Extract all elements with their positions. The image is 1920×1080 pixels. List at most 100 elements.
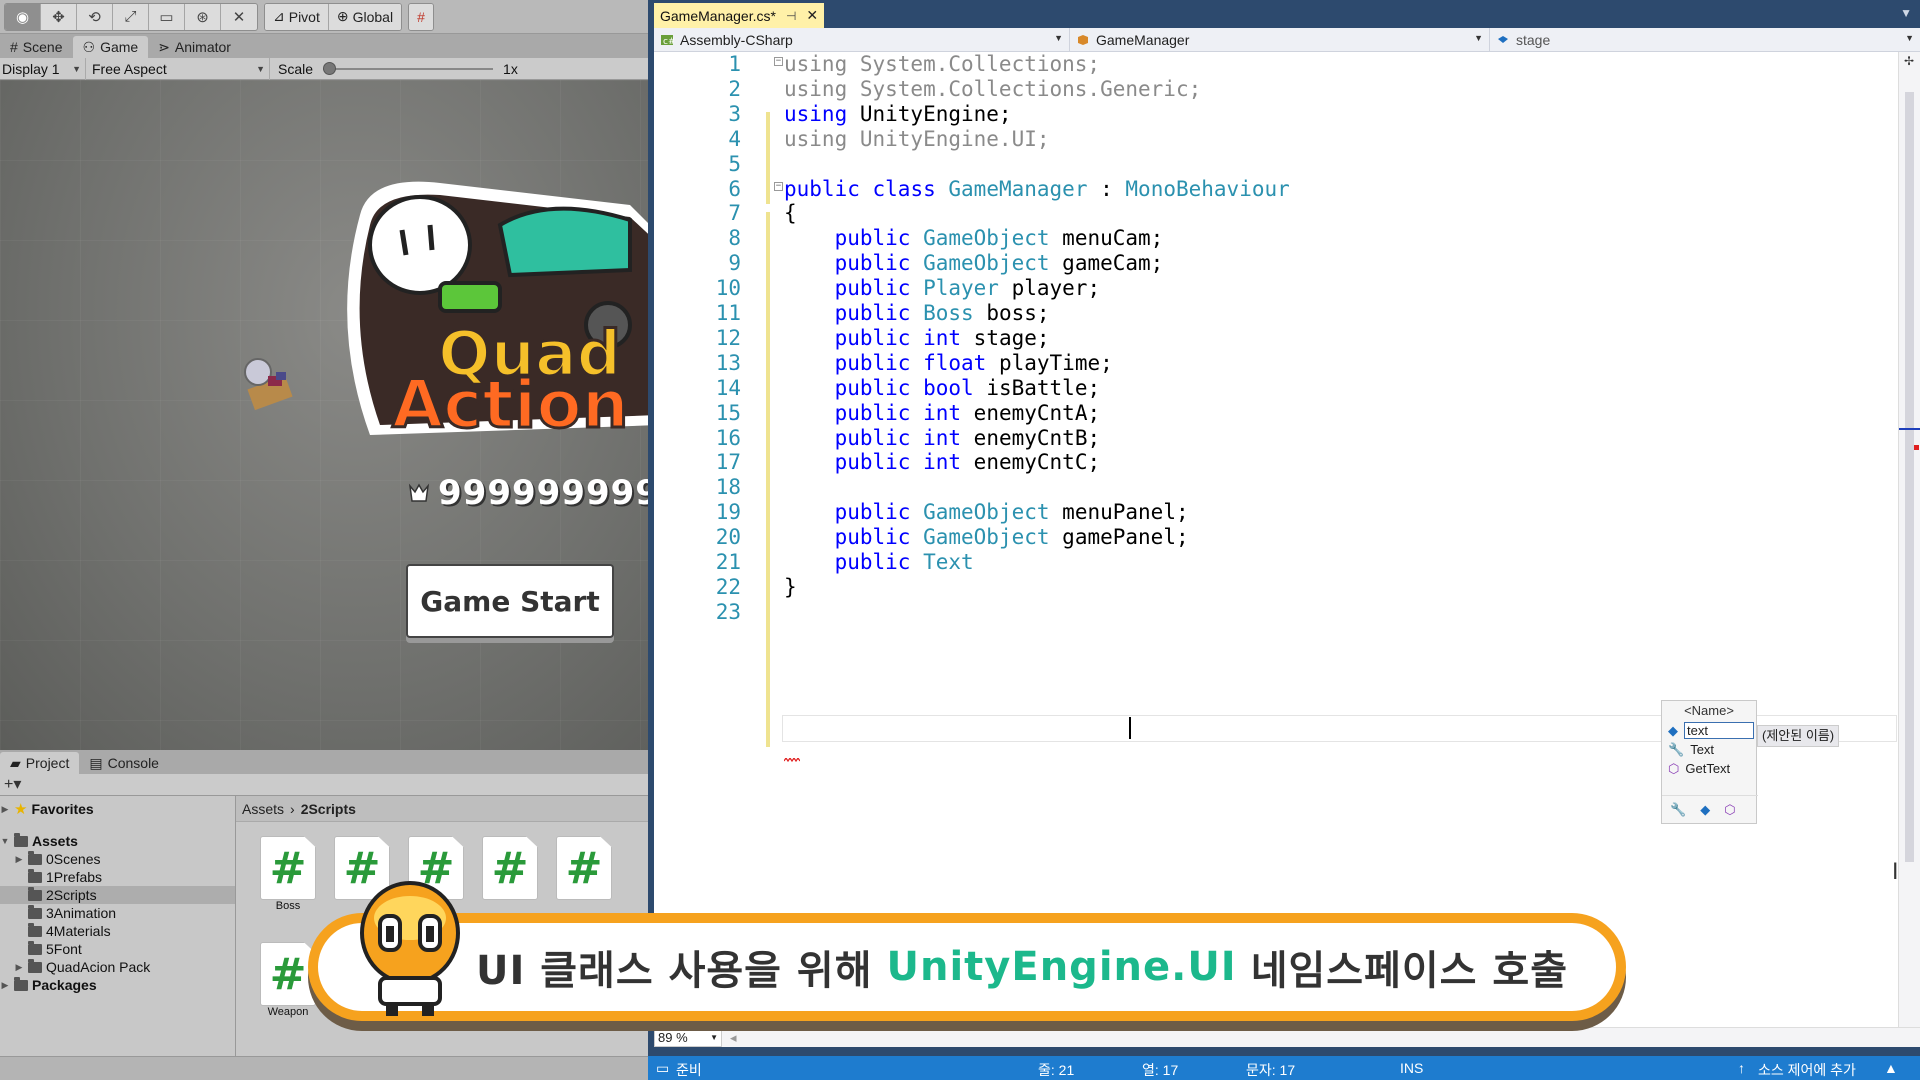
tree-folder[interactable]: 1Prefabs — [0, 868, 235, 886]
game-start-button[interactable]: Game Start — [406, 564, 614, 638]
line-number: 9 — [728, 251, 741, 276]
code-line[interactable]: 5 — [654, 152, 1898, 177]
custom-tool-icon[interactable]: ✕ — [221, 4, 257, 30]
code-line[interactable]: 14 public bool isBattle; — [654, 376, 1898, 401]
code-line[interactable]: 9 public GameObject gameCam; — [654, 251, 1898, 276]
close-icon[interactable]: ✕ — [806, 7, 818, 24]
fold-toggle-icon[interactable]: − — [774, 57, 783, 66]
class-dropdown[interactable]: GameManager ▼ — [1070, 28, 1490, 52]
code-line[interactable]: 21 public Text — [654, 550, 1898, 575]
code-line[interactable]: 10 public Player player; — [654, 276, 1898, 301]
wrench-filter-icon[interactable]: 🔧 — [1670, 802, 1686, 818]
collapse-icon: ▼ — [0, 836, 10, 846]
tree-packages[interactable]: ▶ Packages — [0, 976, 235, 994]
rotate-tool-icon[interactable]: ⟲ — [77, 3, 113, 30]
rect-tool-icon[interactable]: ▭ — [149, 3, 185, 30]
tree-assets[interactable]: ▼ Assets — [0, 832, 235, 850]
tree-folder[interactable]: ▶ QuadAcion Pack — [0, 958, 235, 976]
scale-slider[interactable] — [323, 61, 494, 75]
source-control-button[interactable]: 소스 제어에 추가 — [1758, 1060, 1856, 1080]
add-icon[interactable]: +▾ — [4, 776, 21, 793]
tree-folder[interactable]: 5Font — [0, 940, 235, 958]
code-line[interactable]: 7{ — [654, 201, 1898, 226]
tab-game[interactable]: ⚇ Game — [72, 36, 149, 58]
code-line[interactable]: 20 public GameObject gamePanel; — [654, 525, 1898, 550]
code-editor[interactable]: 1− using System.Collections; 2 using System… — [654, 52, 1898, 1027]
code-line[interactable]: 16 public int enemyCntB; — [654, 426, 1898, 451]
code-line[interactable]: 17 public int enemyCntC; — [654, 450, 1898, 475]
intellisense-item[interactable]: ◆ text — [1662, 721, 1756, 740]
field-icon — [1498, 36, 1508, 43]
tab-overflow-icon[interactable]: ▼ — [1900, 6, 1912, 20]
code-token: public — [834, 350, 911, 375]
code-line[interactable]: 23 — [654, 600, 1898, 625]
tree-folder-selected[interactable]: 2Scripts — [0, 886, 235, 904]
move-tool-icon[interactable]: ✥ — [41, 3, 77, 30]
folder-label: 4Materials — [46, 923, 111, 939]
upload-icon: ↑ — [1738, 1060, 1745, 1076]
folder-icon — [28, 850, 42, 865]
tree-folder[interactable]: 4Materials — [0, 922, 235, 940]
code-line[interactable]: 11 public Boss boss; — [654, 301, 1898, 326]
tab-animator[interactable]: ⋗ Animator — [148, 36, 241, 58]
tree-favorites[interactable]: ▶ ★ Favorites — [0, 800, 235, 818]
method-filter-icon[interactable]: ⬡ — [1724, 802, 1735, 818]
code-token: class — [872, 176, 936, 201]
scrollbar-thumb[interactable] — [1905, 92, 1914, 862]
scroll-left-icon[interactable]: ◂ — [730, 1030, 737, 1046]
fold-toggle-icon[interactable]: − — [774, 181, 783, 191]
scale-label: Scale — [278, 60, 314, 77]
script-asset[interactable]: # — [472, 836, 548, 900]
vertical-scrollbar[interactable]: ✢ — [1898, 52, 1920, 1027]
code-line[interactable]: 1 − using System.Collections; — [654, 52, 1898, 77]
field-filter-icon[interactable]: ◆ — [1700, 802, 1710, 818]
code-line[interactable]: 4 using UnityEngine.UI; — [654, 127, 1898, 152]
breadcrumb-root[interactable]: Assets — [242, 801, 284, 817]
pivot-button[interactable]: ⊿ Pivot — [265, 3, 329, 30]
script-asset[interactable]: # — [546, 836, 622, 900]
breadcrumb-current[interactable]: 2Scripts — [301, 801, 356, 817]
intellisense-item[interactable]: ⬡ GetText — [1662, 759, 1756, 778]
tree-folder[interactable]: ▶ 0Scenes — [0, 850, 235, 868]
tab-scene[interactable]: # Scene — [0, 36, 73, 58]
aspect-dropdown[interactable]: Free Aspect ▼ — [86, 57, 270, 80]
tree-folder[interactable]: 3Animation — [0, 904, 235, 922]
crown-icon — [408, 483, 430, 502]
code-line[interactable]: 8 public GameObject menuCam; — [654, 226, 1898, 251]
code-text: using UnityEngine; — [784, 102, 1012, 127]
tab-console[interactable]: ▤ Console — [79, 752, 169, 774]
subtitle-before: UI 클래스 사용을 위해 — [475, 948, 873, 994]
grid-snap-button[interactable]: # — [409, 3, 433, 30]
code-line[interactable]: 2 using System.Collections.Generic; — [654, 77, 1898, 102]
project-dropdown[interactable]: c# Assembly-CSharp ▼ — [654, 28, 1070, 52]
code-line[interactable]: 19 public GameObject menuPanel; — [654, 500, 1898, 525]
code-line[interactable]: 6 − public class GameManager : MonoBehavio… — [654, 177, 1898, 202]
intellisense-item[interactable]: 🔧 Text — [1662, 740, 1756, 759]
view-tool-eye-icon[interactable]: ◉ — [5, 3, 41, 30]
code-line[interactable]: 12 public int stage; — [654, 326, 1898, 351]
zoom-dropdown[interactable]: 89 % ▼ — [654, 1028, 722, 1047]
code-line[interactable]: 18 — [654, 475, 1898, 500]
display-dropdown[interactable]: Display 1 ▼ — [0, 57, 86, 80]
split-icon[interactable]: ✢ — [1904, 54, 1914, 68]
game-viewport[interactable]: Quad Action 999999999 Game Start — [0, 80, 648, 750]
scale-tool-icon[interactable]: ⤢ — [113, 3, 149, 30]
transform-tool-icon[interactable]: ⊛ — [185, 3, 221, 30]
folder-icon — [28, 940, 42, 955]
tab-project[interactable]: ▰ Project — [0, 752, 80, 774]
tab-gamemanager[interactable]: GameManager.cs* ⊣ ✕ — [654, 3, 825, 28]
code-line[interactable]: 3 using UnityEngine; — [654, 102, 1898, 127]
code-line[interactable]: 13 public float playTime; — [654, 351, 1898, 376]
scale-slider-handle[interactable] — [323, 61, 337, 75]
script-asset[interactable]: # Boss — [250, 836, 326, 912]
code-line[interactable]: 15 public int enemyCntA; — [654, 401, 1898, 426]
global-button[interactable]: ⊕ Global — [328, 3, 402, 30]
code-token: public — [834, 425, 911, 450]
line-number: 12 — [715, 325, 741, 350]
method-icon: ⬡ — [1668, 760, 1680, 776]
member-dropdown[interactable]: stage ▼ — [1490, 28, 1920, 52]
csharp-project-icon: c# — [661, 35, 674, 46]
pin-icon[interactable]: ⊣ — [786, 9, 796, 23]
code-line[interactable]: 22} — [654, 575, 1898, 600]
